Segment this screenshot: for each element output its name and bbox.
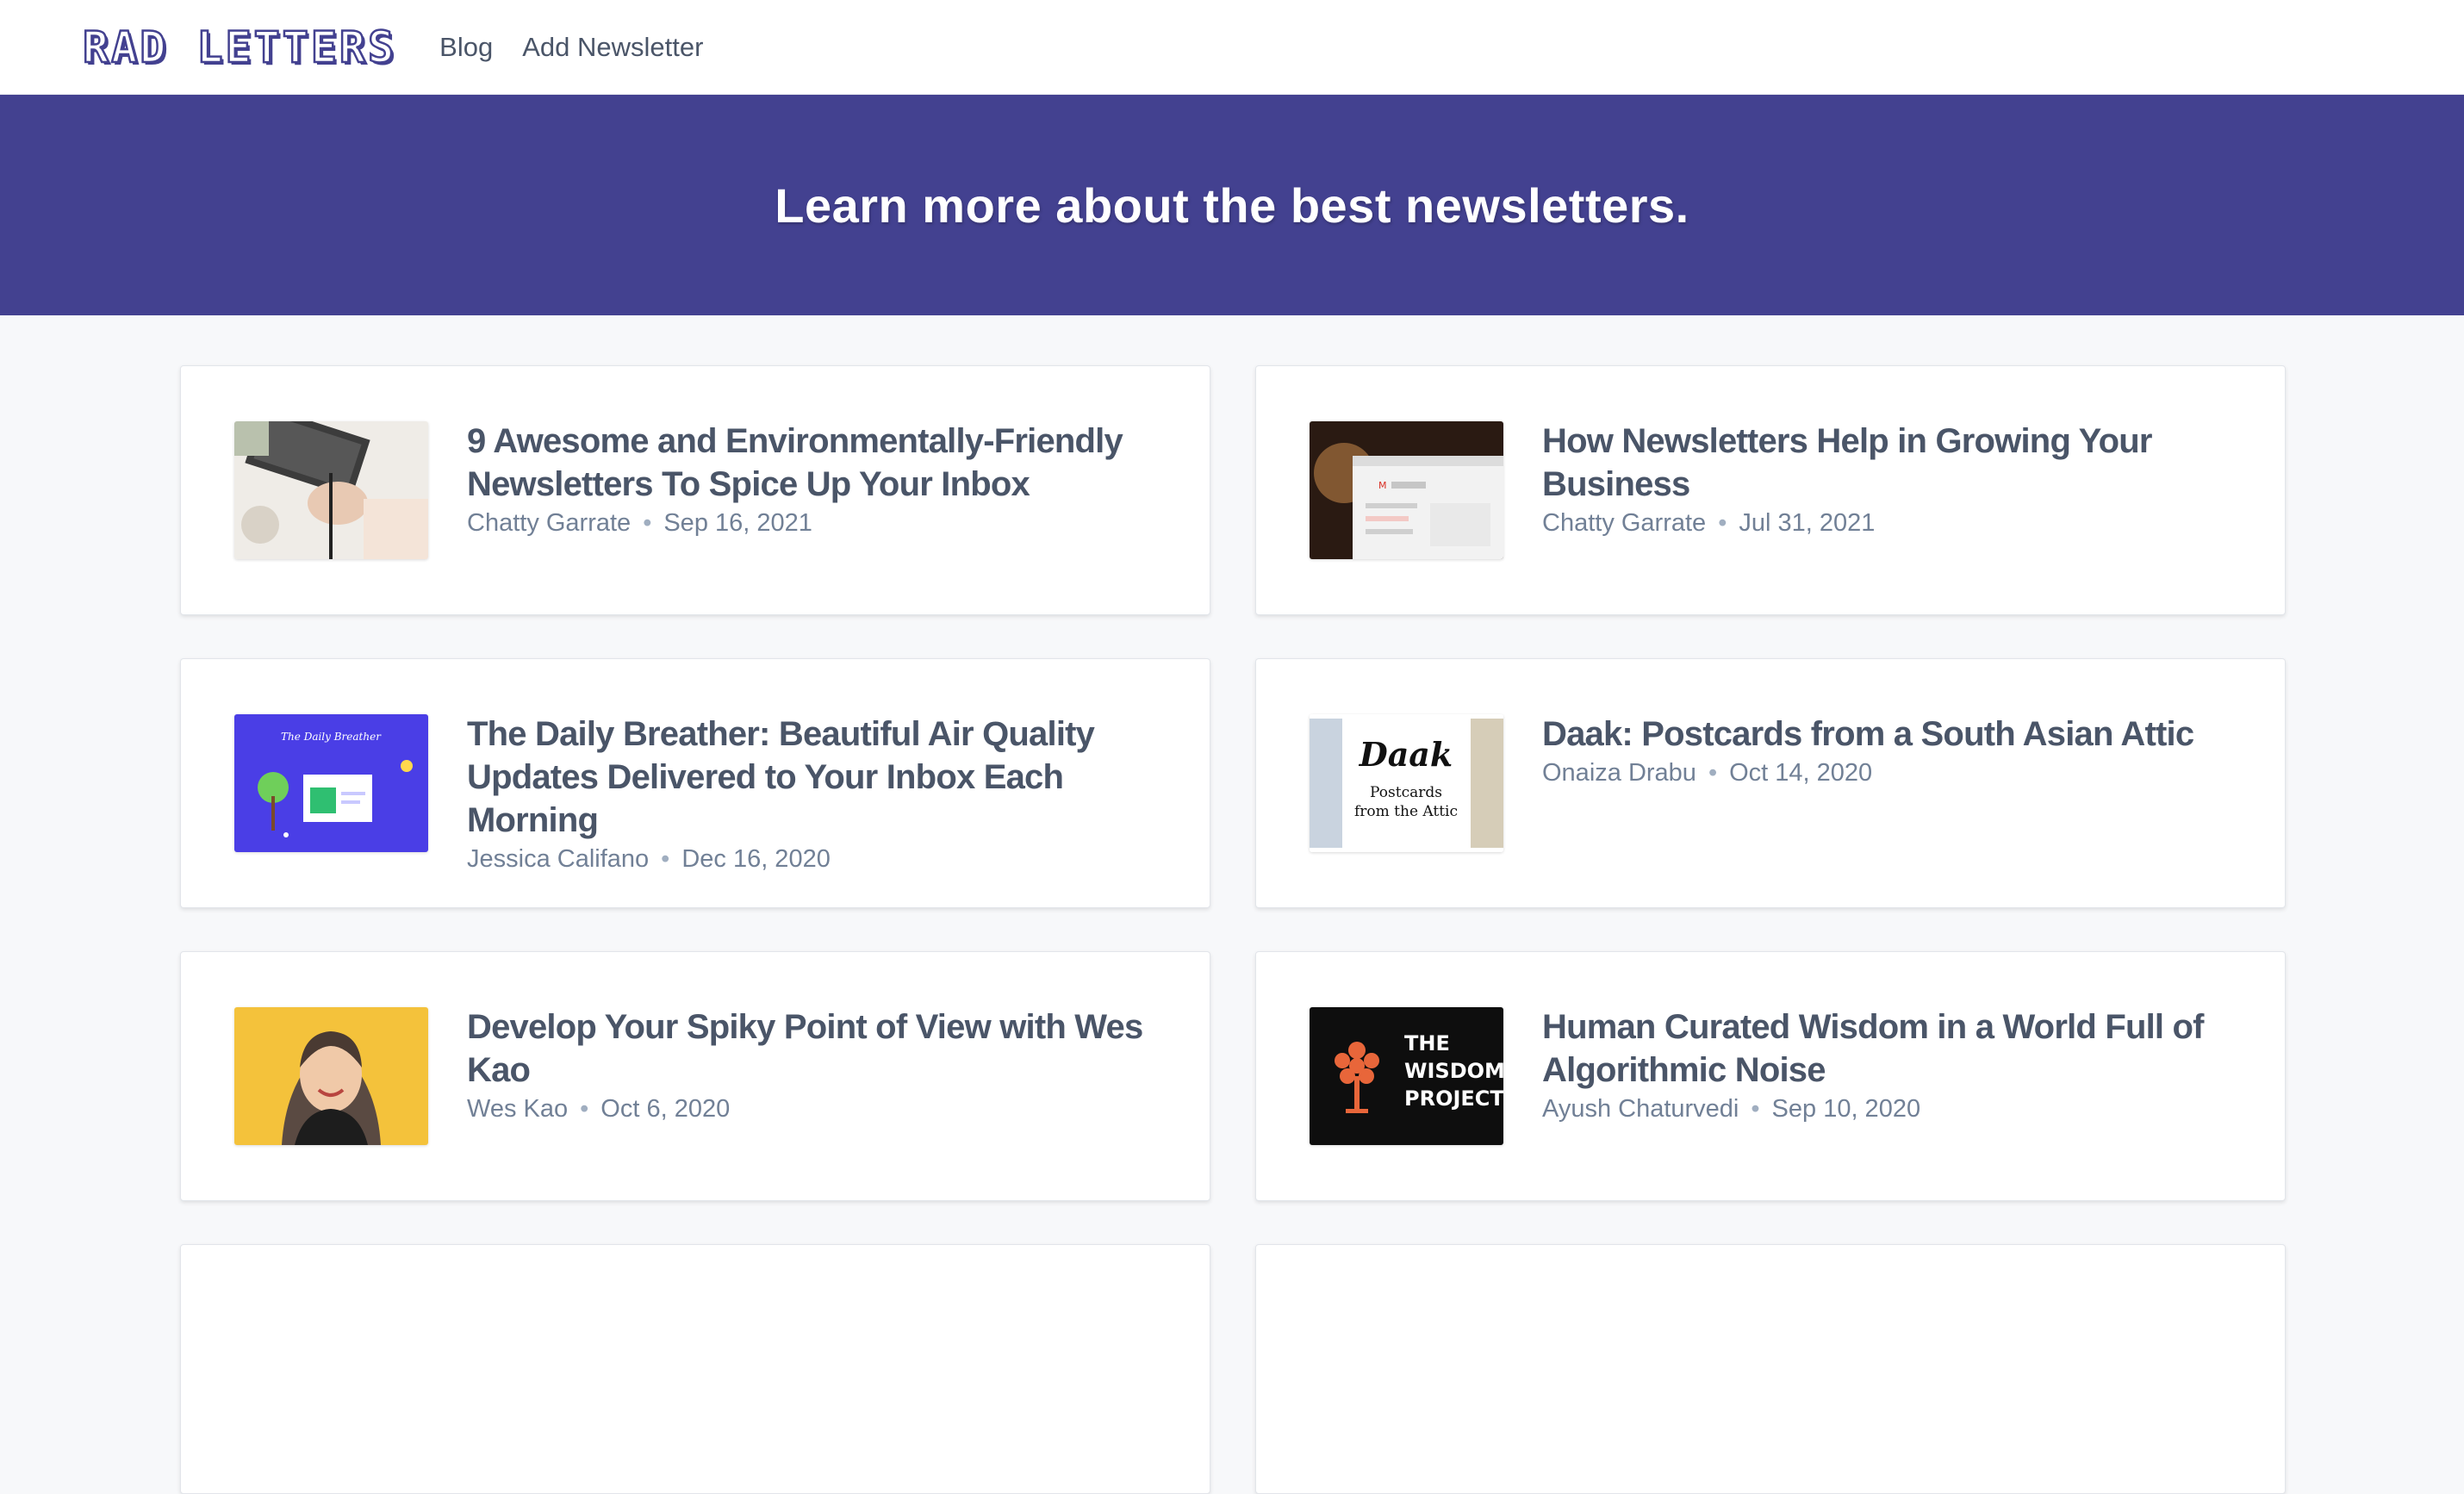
svg-text:WISDOM: WISDOM [1404,1059,1503,1083]
hero-banner: Learn more about the best newsletters. [0,95,2464,315]
post-meta: Chatty Garrate • Jul 31, 2021 [1542,509,2250,538]
top-navigation: RAD LETTERS Blog Add Newsletter [0,0,2464,95]
wes-kao-portrait-icon [234,1007,428,1145]
laptop-desk-photo-icon [234,421,428,559]
separator-dot-icon: • [1751,1095,1760,1123]
separator-dot-icon: • [643,509,652,537]
post-title[interactable]: Daak: Postcards from a South Asian Attic [1542,713,2250,756]
post-card[interactable]: The Daily Breather The Daily Breather: B… [180,658,1210,908]
post-title[interactable]: The Daily Breather: Beautiful Air Qualit… [467,713,1175,842]
post-date: Sep 10, 2020 [1771,1095,1921,1123]
svg-text:The Daily Breather: The Daily Breather [281,731,382,743]
post-card[interactable]: 9 Awesome and Environmentally-Friendly N… [180,365,1210,615]
post-date: Oct 14, 2020 [1729,759,1873,787]
post-author: Onaiza Drabu [1542,759,1696,787]
post-meta: Jessica Califano • Dec 16, 2020 [467,845,1175,874]
post-date: Dec 16, 2020 [681,845,831,873]
svg-text:Postcards: Postcards [1370,784,1442,801]
svg-text:PROJECT: PROJECT [1404,1086,1503,1111]
wisdom-project-logo-icon: THE WISDOM PROJECT [1310,1007,1503,1145]
post-meta: Onaiza Drabu • Oct 14, 2020 [1542,759,2250,787]
post-date: Oct 6, 2020 [600,1095,731,1123]
post-thumbnail[interactable]: M [1310,421,1503,559]
post-author: Wes Kao [467,1095,569,1123]
separator-dot-icon: • [1708,759,1718,787]
post-thumbnail[interactable]: Daak Postcards from the Attic [1310,714,1503,852]
post-title[interactable]: Human Curated Wisdom in a World Full of … [1542,1005,2250,1092]
hero-title: Learn more about the best newsletters. [775,177,1689,233]
post-thumbnail[interactable]: THE WISDOM PROJECT [1310,1007,1503,1145]
post-meta: Ayush Chaturvedi • Sep 10, 2020 [1542,1095,2250,1124]
svg-text:from the Attic: from the Attic [1354,803,1458,820]
svg-text:THE: THE [1404,1031,1450,1055]
post-thumbnail[interactable] [234,1007,428,1145]
svg-text:M: M [1378,480,1387,491]
post-meta: Wes Kao • Oct 6, 2020 [467,1095,1175,1124]
post-card[interactable]: THE WISDOM PROJECT Human Curated Wisdom … [1255,951,2286,1201]
svg-text:Daak: Daak [1359,735,1453,774]
post-author: Ayush Chaturvedi [1542,1095,1739,1123]
post-card[interactable] [180,1244,1210,1494]
post-author: Jessica Califano [467,845,650,873]
post-author: Chatty Garrate [467,509,632,537]
post-title[interactable]: Develop Your Spiky Point of View with We… [467,1005,1175,1092]
separator-dot-icon: • [661,845,670,873]
post-card[interactable]: Develop Your Spiky Point of View with We… [180,951,1210,1201]
post-card[interactable]: Daak Postcards from the Attic Daak: Post… [1255,658,2286,908]
post-date: Sep 16, 2021 [663,509,812,537]
nav-link-blog[interactable]: Blog [439,32,493,63]
post-thumbnail[interactable] [234,421,428,559]
post-date: Jul 31, 2021 [1739,509,1876,537]
nav-link-add-newsletter[interactable]: Add Newsletter [522,32,703,63]
daily-breather-illustration-icon: The Daily Breather [234,714,428,852]
post-meta: Chatty Garrate • Sep 16, 2021 [467,509,1175,538]
post-title[interactable]: How Newsletters Help in Growing Your Bus… [1542,420,2250,506]
separator-dot-icon: • [1718,509,1727,537]
separator-dot-icon: • [580,1095,589,1123]
post-card[interactable] [1255,1244,2286,1494]
post-author: Chatty Garrate [1542,509,1707,537]
post-thumbnail[interactable]: The Daily Breather [234,714,428,852]
daak-postcard-logo-icon: Daak Postcards from the Attic [1310,714,1503,852]
site-logo[interactable]: RAD LETTERS [82,21,396,73]
post-card[interactable]: M How Newsletters Help in Growing Your B… [1255,365,2286,615]
post-title[interactable]: 9 Awesome and Environmentally-Friendly N… [467,420,1175,506]
gmail-screen-photo-icon: M [1310,421,1503,559]
